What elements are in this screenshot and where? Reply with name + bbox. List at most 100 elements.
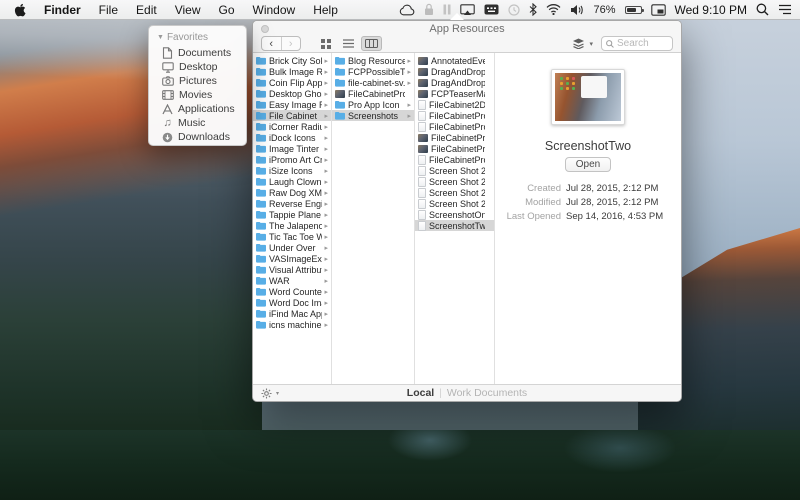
file-row[interactable]: AnnotatedEve... ▸ [415,55,494,66]
cloudapp-icon[interactable] [399,4,415,16]
window-toolbar: App Resources ‹ › [253,21,681,53]
sidebar-item-applications[interactable]: Applications [149,102,246,116]
action-menu-button[interactable]: ▾ [261,388,279,399]
location-tab-local[interactable]: Local [407,387,434,399]
search-field[interactable]: Search [601,36,673,51]
file-row[interactable]: icns machine ▸ [253,319,331,330]
sidebar-item-desktop[interactable]: Desktop [149,60,246,74]
file-row[interactable]: DragAndDropT... ▸ [415,77,494,88]
icon-view-button[interactable] [315,36,336,51]
file-row[interactable]: iCorner Radius ▸ [253,121,331,132]
menu-help[interactable]: Help [304,0,347,20]
file-row[interactable]: Word Doc Ima... ▸ [253,297,331,308]
sidebar-item-documents[interactable]: Documents [149,46,246,60]
sidebar-item-pictures[interactable]: Pictures [149,74,246,88]
file-row[interactable]: Reverse Engin... ▸ [253,198,331,209]
menu-finder[interactable]: Finder [35,0,90,20]
file-row[interactable]: Tappie Plane ▸ [253,209,331,220]
file-row[interactable]: FileCabinetPro... ▸ [415,110,494,121]
file-row[interactable]: The Jalapeno... ▸ [253,220,331,231]
lock-icon[interactable] [424,3,434,16]
volume-icon[interactable] [570,4,584,16]
file-row[interactable]: Easy Image Re... ▸ [253,99,331,110]
file-row[interactable]: Visual Attribut... ▸ [253,264,331,275]
file-row[interactable]: ScreenshotTwo ▸ [415,220,494,231]
file-row[interactable]: Screen Shot 2... ▸ [415,187,494,198]
sidebar-item-music[interactable]: ♫ Music [149,116,246,130]
file-row[interactable]: Word Counter... ▸ [253,286,331,297]
file-row[interactable]: ScreenshotOne ▸ [415,209,494,220]
file-row[interactable]: Desktop Ghost ▸ [253,88,331,99]
bluetooth-icon[interactable] [529,3,537,16]
file-row[interactable]: DragAndDrop... ▸ [415,66,494,77]
file-row[interactable]: Tic Tac Toe W... ▸ [253,231,331,242]
menu-edit[interactable]: Edit [127,0,166,20]
folder-icon [256,89,266,98]
desktop-icon [162,62,174,73]
column-view-button[interactable] [361,36,382,51]
file-row[interactable]: VASImageExtr... ▸ [253,253,331,264]
file-row[interactable]: iSize Icons ▸ [253,165,331,176]
file-row[interactable]: FileCabinetPro... ▸ [332,88,414,99]
wifi-icon[interactable] [546,4,561,15]
menu-clock[interactable]: Wed 9:10 PM [675,3,747,17]
file-row[interactable]: WAR ▸ [253,275,331,286]
file-row[interactable]: Laugh Clown ▸ [253,176,331,187]
keyboard-icon[interactable] [484,4,499,15]
file-row[interactable]: Screen Shot 2... ▸ [415,165,494,176]
sidebar-item-movies[interactable]: Movies [149,88,246,102]
favorites-header[interactable]: ▼ Favorites [149,30,246,46]
notification-center-icon[interactable] [778,4,792,15]
file-row[interactable]: Blog Resources ▸ [332,55,414,66]
spotlight-icon[interactable] [756,3,769,16]
file-row[interactable]: FileCabinet2D... ▸ [415,99,494,110]
file-row[interactable]: Screen Shot 2... ▸ [415,198,494,209]
file-row[interactable]: iFind Mac Apps ▸ [253,308,331,319]
file-row[interactable]: Pro App Icon ▸ [332,99,414,110]
file-row[interactable]: file-cabinet-sv... ▸ [332,77,414,88]
finder-window: App Resources ‹ › [252,20,682,402]
file-row[interactable]: Screen Shot 2... ▸ [415,176,494,187]
image-file-icon [418,57,428,65]
file-row[interactable]: FileCabinetPro... ▸ [415,132,494,143]
back-button[interactable]: ‹ [262,37,282,50]
image-file-icon [418,145,428,153]
column-1: Brick City Solit... ▸ Bulk Image Re... ▸… [253,53,332,384]
file-row[interactable]: FCPTeaserMa... ▸ [415,88,494,99]
location-tab-work-documents[interactable]: Work Documents [447,387,527,399]
file-row[interactable]: FileCabinetPro... ▸ [415,154,494,165]
chevron-right-icon: ▸ [322,68,328,76]
file-row[interactable]: Brick City Solit... ▸ [253,55,331,66]
display-mirror-icon[interactable] [651,4,666,16]
menu-file[interactable]: File [90,0,127,20]
folder-icon [256,320,266,329]
file-row[interactable]: FCPPossibleTe... ▸ [332,66,414,77]
menu-window[interactable]: Window [244,0,305,20]
preview-thumbnail[interactable] [551,69,625,125]
folder-icon [335,111,345,120]
file-row[interactable]: Under Over ▸ [253,242,331,253]
open-button[interactable]: Open [565,157,611,172]
folder-icon [256,210,266,219]
forward-button[interactable]: › [282,37,301,50]
file-row[interactable]: File Cabinet ▸ [253,110,331,121]
menu-view[interactable]: View [166,0,210,20]
apple-menu[interactable] [8,3,35,17]
list-view-button[interactable] [338,36,359,51]
file-row[interactable]: iPromo Art Cr... ▸ [253,154,331,165]
sidebar-item-downloads[interactable]: Downloads [149,130,246,144]
column-view-icon [365,39,378,48]
battery-icon[interactable] [625,6,642,14]
file-row[interactable]: Bulk Image Re... ▸ [253,66,331,77]
file-row[interactable]: iDock Icons ▸ [253,132,331,143]
chevron-right-icon: ▸ [322,156,328,164]
time-machine-icon[interactable] [508,4,520,16]
file-row[interactable]: FileCabinetPro... ▸ [415,143,494,154]
file-row[interactable]: FileCabinetPro... ▸ [415,121,494,132]
file-row[interactable]: Image Tinter ▸ [253,143,331,154]
menu-go[interactable]: Go [210,0,244,20]
file-row[interactable]: Screenshots ▸ [332,110,414,121]
file-row[interactable]: Raw Dog XML... ▸ [253,187,331,198]
file-row[interactable]: Coin Flip App ▸ [253,77,331,88]
arrange-button[interactable]: ▾ [572,38,593,49]
